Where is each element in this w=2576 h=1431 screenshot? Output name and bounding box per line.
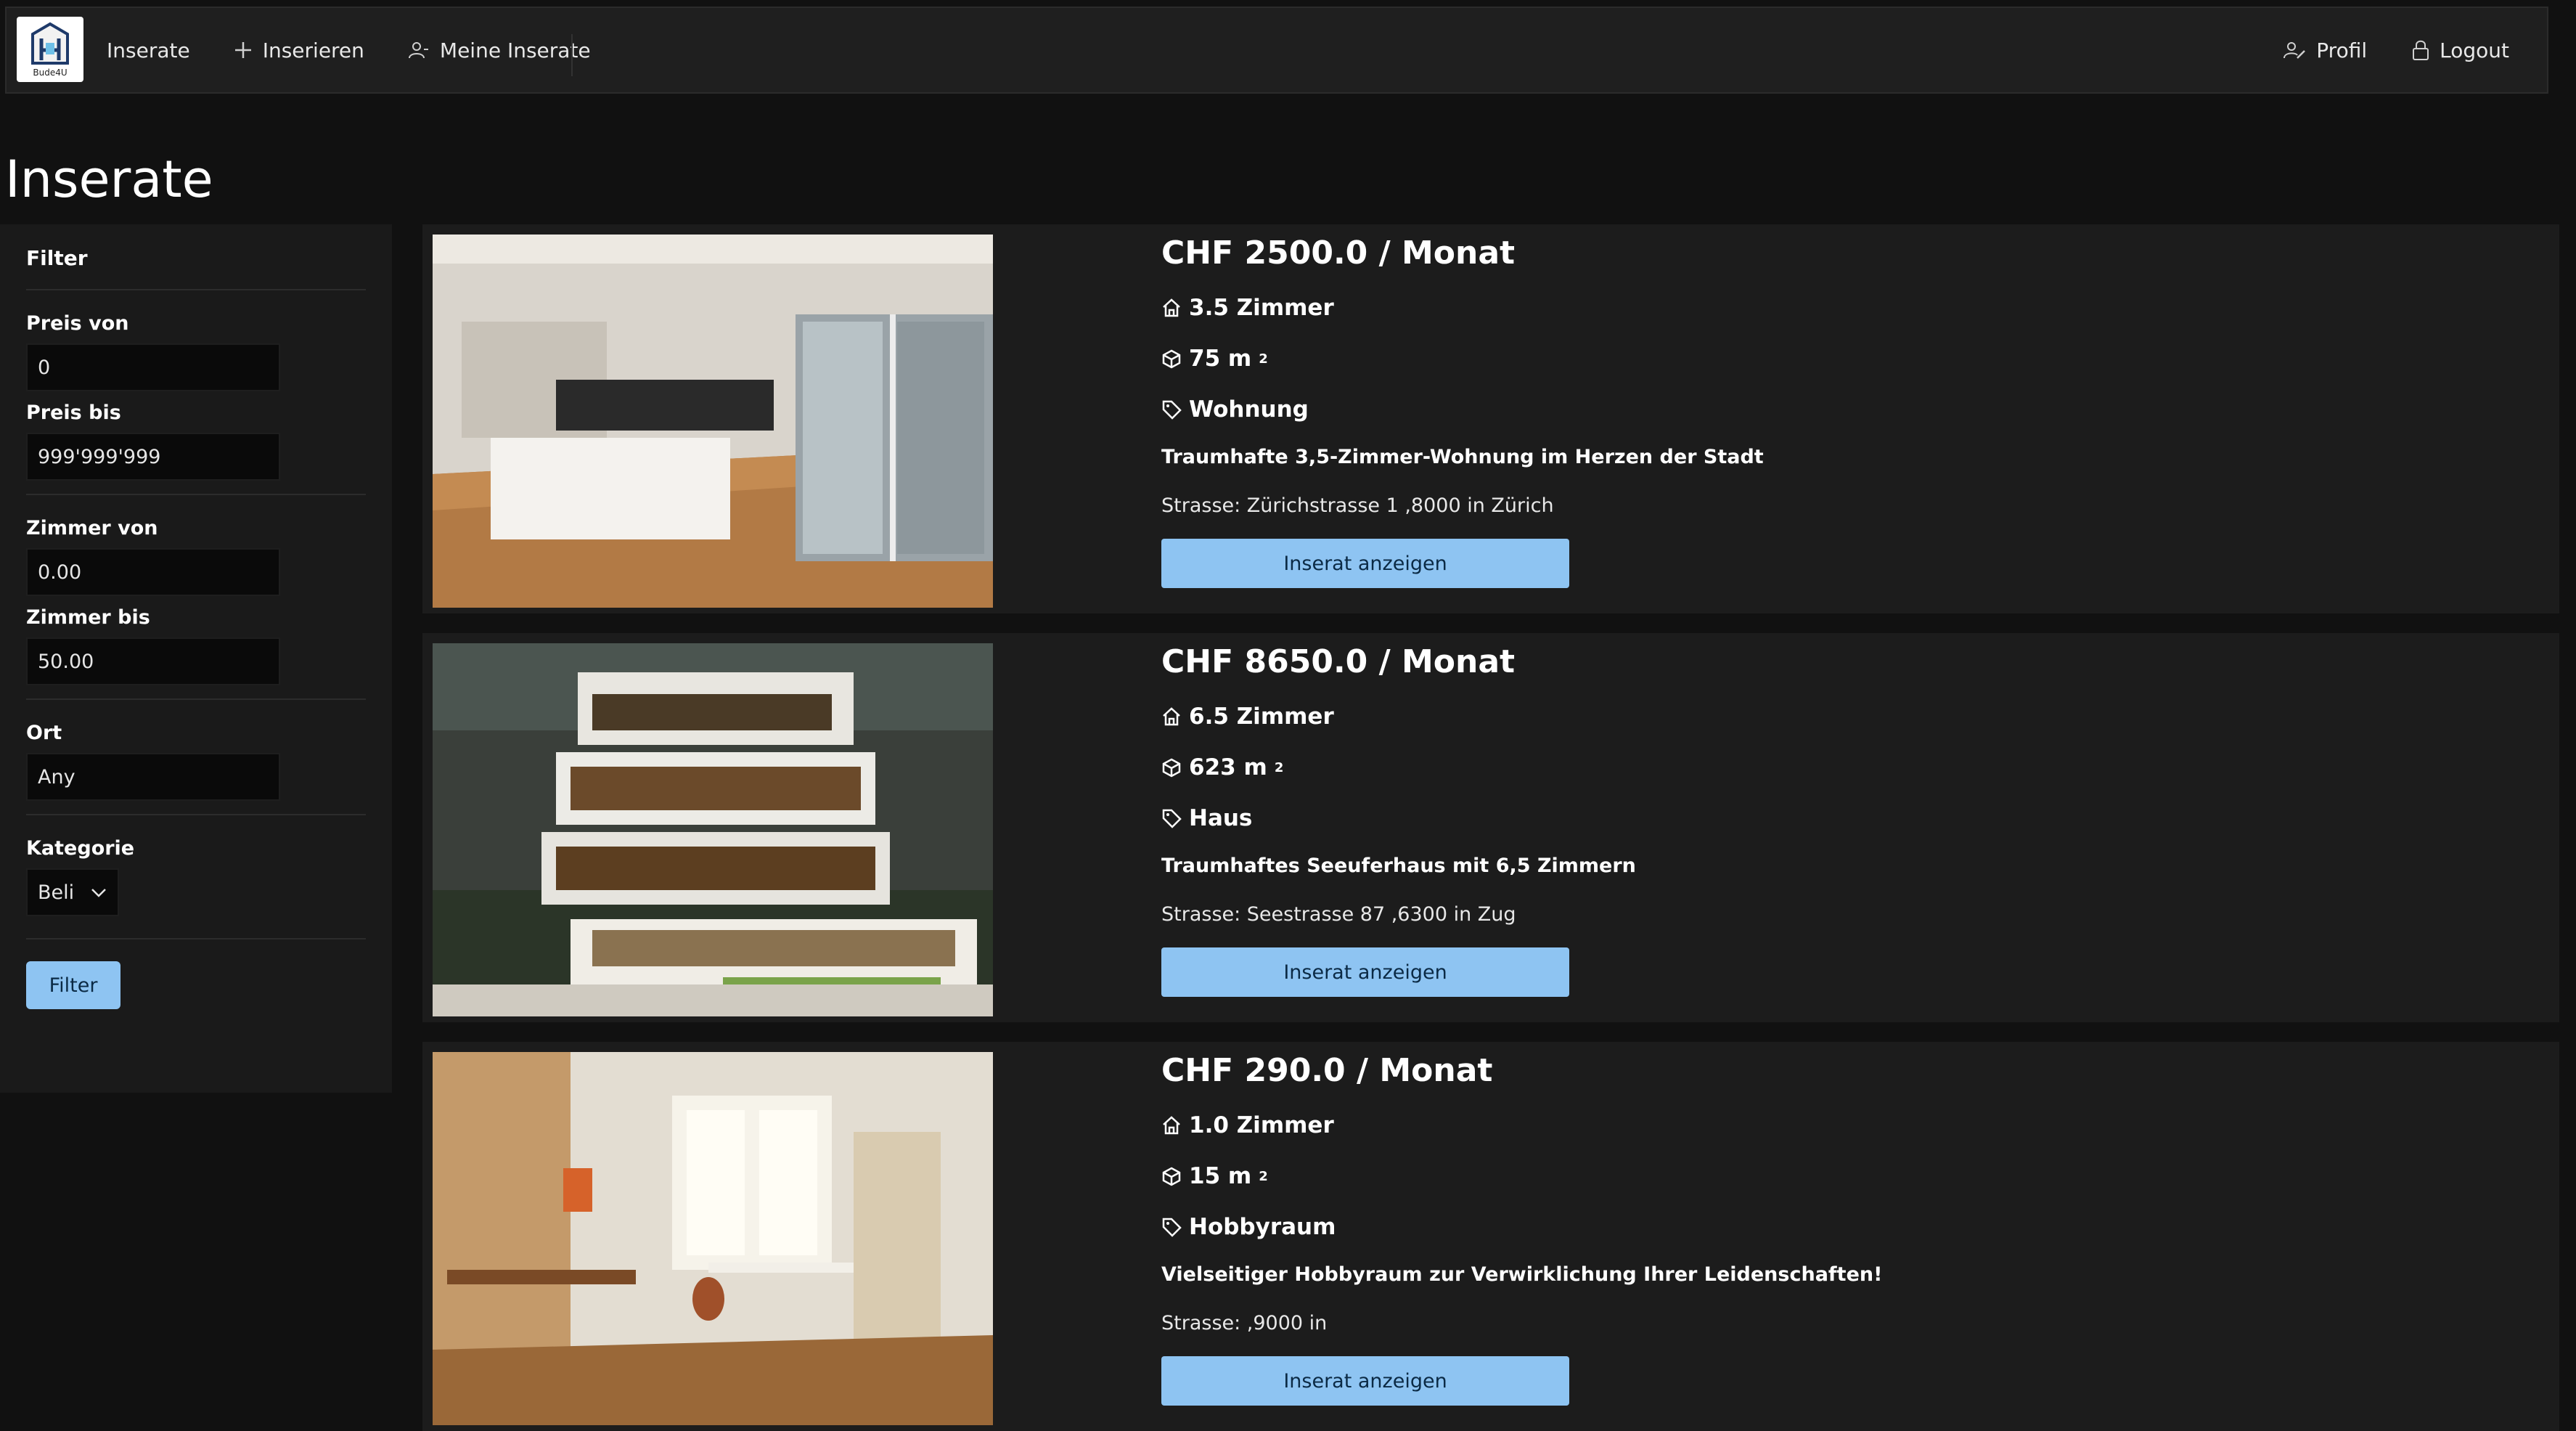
user-edit-icon bbox=[2283, 42, 2306, 59]
nav-inserate-label: Inserate bbox=[107, 38, 190, 62]
tag-icon bbox=[1162, 400, 1182, 420]
place-group: Ort Any bbox=[26, 722, 366, 801]
home-icon bbox=[1163, 298, 1180, 317]
price-from-input[interactable]: 0 bbox=[26, 343, 280, 391]
listing-rooms-text: 1.0 Zimmer bbox=[1189, 1112, 1334, 1138]
rooms-group: Zimmer von 0.00 Zimmer bis 50.00 bbox=[26, 517, 366, 685]
place-label: Ort bbox=[26, 722, 62, 744]
listing-info: CHF 290.0 / Monat 1.0 Zimmer 15 m 2 Hobby… bbox=[1161, 1052, 1882, 1406]
show-listing-button[interactable]: Inserat anzeigen bbox=[1161, 1356, 1569, 1406]
listing-address: Strasse: Zürichstrasse 1 ,8000 in Zürich bbox=[1161, 494, 1554, 517]
chevron-down-icon bbox=[91, 889, 106, 897]
listing-price: CHF 290.0 / Monat bbox=[1161, 1052, 1493, 1089]
listing-address: Strasse: Seestrasse 87 ,6300 in Zug bbox=[1161, 903, 1516, 926]
divider bbox=[26, 698, 366, 700]
listing-image[interactable] bbox=[433, 643, 993, 1016]
filter-sidebar: Filter Preis von 0 Preis bis 999'999'999… bbox=[0, 224, 392, 1093]
rooms-from-label: Zimmer von bbox=[26, 517, 158, 539]
home-icon bbox=[1163, 1116, 1180, 1135]
home-icon bbox=[1163, 707, 1180, 726]
listing-rooms: 1.0 Zimmer bbox=[1161, 1111, 1882, 1140]
category-select[interactable]: Beli bbox=[26, 868, 119, 916]
rooms-to-label: Zimmer bis bbox=[26, 606, 150, 629]
brand-logo-text: Bude4U bbox=[33, 68, 68, 78]
divider bbox=[26, 938, 366, 939]
rooms-to-input[interactable]: 50.00 bbox=[26, 637, 280, 685]
listing-rooms-text: 3.5 Zimmer bbox=[1189, 295, 1334, 321]
nav-inserieren-label: Inserieren bbox=[262, 38, 364, 62]
top-navbar: Bude4U Inserate Inserieren Meine Inserat… bbox=[5, 7, 2548, 94]
listing-area-text: 75 m bbox=[1189, 346, 1252, 372]
price-to-input[interactable]: 999'999'999 bbox=[26, 433, 280, 481]
tag-icon bbox=[1162, 809, 1182, 828]
plus-icon bbox=[234, 42, 251, 58]
brand-logo[interactable]: Bude4U bbox=[17, 17, 83, 82]
listing-area: 623 m 2 bbox=[1161, 753, 1636, 782]
filter-title: Filter bbox=[26, 246, 88, 270]
listing-rooms: 6.5 Zimmer bbox=[1161, 702, 1636, 731]
nav-inserate[interactable]: Inserate bbox=[107, 38, 190, 62]
price-to-label: Preis bis bbox=[26, 401, 121, 424]
listing-area-text: 623 m bbox=[1189, 754, 1267, 780]
listing-info: CHF 2500.0 / Monat 3.5 Zimmer 75 m 2 Wohn… bbox=[1161, 235, 1764, 588]
nav-divider bbox=[571, 34, 573, 76]
nav-meine-inserate-label: Meine Inserate bbox=[439, 38, 591, 62]
cube-icon bbox=[1162, 1167, 1181, 1186]
listing-rooms-text: 6.5 Zimmer bbox=[1189, 704, 1334, 730]
area-unit-sup: 2 bbox=[1274, 759, 1284, 775]
place-input[interactable]: Any bbox=[26, 753, 280, 801]
listing-category-text: Hobbyraum bbox=[1189, 1214, 1336, 1240]
nav-profil[interactable]: Profil bbox=[2283, 38, 2367, 62]
listing-card: CHF 8650.0 / Monat 6.5 Zimmer 623 m 2 Hau… bbox=[422, 633, 2559, 1022]
category-select-value: Beli bbox=[38, 881, 75, 904]
divider bbox=[26, 289, 366, 290]
listing-category: Hobbyraum bbox=[1161, 1212, 1882, 1242]
house-logo-icon bbox=[31, 22, 69, 65]
listing-card: CHF 2500.0 / Monat 3.5 Zimmer 75 m 2 Wohn… bbox=[422, 224, 2559, 613]
listing-card: CHF 290.0 / Monat 1.0 Zimmer 15 m 2 Hobby… bbox=[422, 1042, 2559, 1431]
listing-image[interactable] bbox=[433, 1052, 993, 1425]
listing-description: Traumhaftes Seeuferhaus mit 6,5 Zimmern bbox=[1161, 855, 1636, 877]
price-group: Preis von 0 Preis bis 999'999'999 bbox=[26, 312, 366, 481]
listing-area: 75 m 2 bbox=[1161, 344, 1764, 373]
price-from-label: Preis von bbox=[26, 312, 129, 335]
filter-button[interactable]: Filter bbox=[26, 961, 120, 1009]
listing-category-text: Wohnung bbox=[1189, 396, 1309, 423]
nav-logout[interactable]: Logout bbox=[2412, 38, 2509, 62]
area-unit-sup: 2 bbox=[1259, 1168, 1268, 1184]
user-group-icon bbox=[408, 42, 428, 59]
nav-logout-label: Logout bbox=[2440, 38, 2509, 62]
cube-icon bbox=[1162, 758, 1181, 778]
nav-inserieren[interactable]: Inserieren bbox=[234, 38, 364, 62]
listing-area-text: 15 m bbox=[1189, 1163, 1252, 1189]
listing-address: Strasse: ,9000 in bbox=[1161, 1312, 1328, 1334]
cube-icon bbox=[1162, 349, 1181, 369]
show-listing-button[interactable]: Inserat anzeigen bbox=[1161, 947, 1569, 997]
hobby-room-photo bbox=[433, 1052, 993, 1425]
listing-description: Traumhafte 3,5-Zimmer-Wohnung im Herzen … bbox=[1161, 446, 1764, 468]
listing-rooms: 3.5 Zimmer bbox=[1161, 293, 1764, 322]
area-unit-sup: 2 bbox=[1259, 351, 1268, 367]
lock-icon bbox=[2413, 40, 2429, 60]
apartment-kitchen-photo bbox=[433, 235, 993, 608]
show-listing-button[interactable]: Inserat anzeigen bbox=[1161, 539, 1569, 588]
listing-area: 15 m 2 bbox=[1161, 1162, 1882, 1191]
rooms-from-input[interactable]: 0.00 bbox=[26, 548, 280, 596]
tag-icon bbox=[1162, 1218, 1182, 1237]
listing-description: Vielseitiger Hobbyraum zur Verwirklichun… bbox=[1161, 1263, 1883, 1286]
nav-profil-label: Profil bbox=[2316, 38, 2368, 62]
divider bbox=[26, 814, 366, 815]
category-label: Kategorie bbox=[26, 837, 135, 860]
nav-meine-inserate[interactable]: Meine Inserate bbox=[408, 38, 591, 62]
page-title: Inserate bbox=[5, 150, 213, 209]
listing-price: CHF 8650.0 / Monat bbox=[1161, 643, 1516, 680]
divider bbox=[26, 494, 366, 495]
listing-price: CHF 2500.0 / Monat bbox=[1161, 235, 1516, 272]
listing-info: CHF 8650.0 / Monat 6.5 Zimmer 623 m 2 Hau… bbox=[1161, 643, 1636, 997]
listing-category-text: Haus bbox=[1189, 805, 1253, 831]
listing-image[interactable] bbox=[433, 235, 993, 608]
villa-night-photo bbox=[433, 643, 993, 1016]
listing-category: Haus bbox=[1161, 804, 1636, 833]
listing-category: Wohnung bbox=[1161, 395, 1764, 424]
